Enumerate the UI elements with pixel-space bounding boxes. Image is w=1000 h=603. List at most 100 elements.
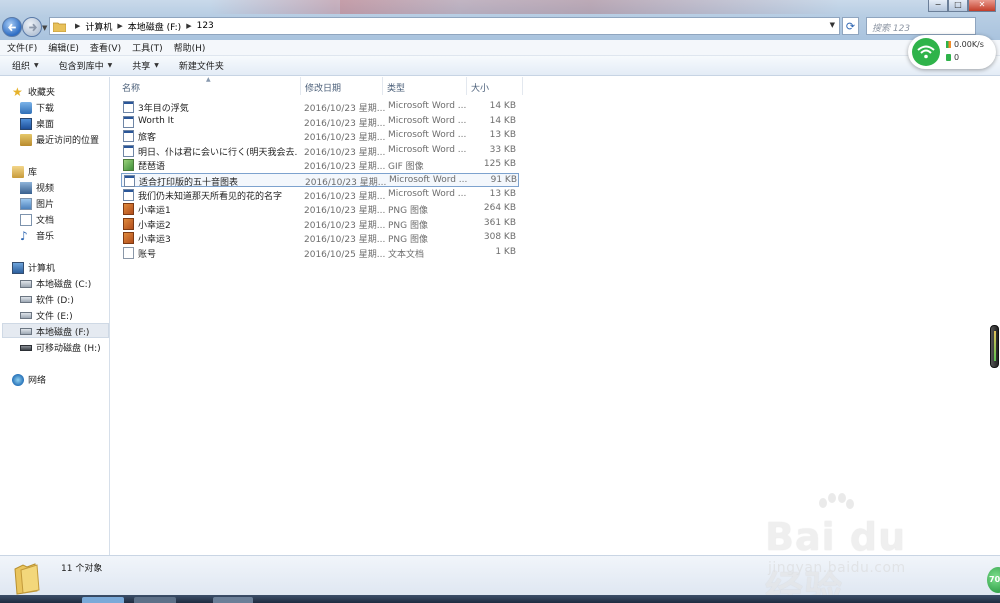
file-name: 明日、仆は君に会いに行く(明天我会去... bbox=[138, 147, 298, 158]
network-speed-widget[interactable]: 0.00K/s 0 bbox=[908, 35, 996, 69]
column-date[interactable]: 修改日期 bbox=[301, 77, 383, 95]
column-name[interactable]: 名称 bbox=[118, 77, 301, 95]
chevron-down-icon: ▼ bbox=[154, 62, 159, 69]
address-bar[interactable]: ▶ 计算机 ▶ 本地磁盘 (F:) ▶ 123 ▼ bbox=[49, 17, 840, 35]
nav-network[interactable]: 网络 bbox=[12, 372, 46, 387]
organize-label: 组织 bbox=[12, 62, 31, 72]
file-row[interactable]: 小幸运1 2016/10/23 星期... PNG 图像 264 KB bbox=[121, 202, 519, 216]
nav-network-label: 网络 bbox=[28, 376, 47, 386]
nav-item-label: 文件 (E:) bbox=[36, 312, 73, 322]
menu-edit[interactable]: 编辑(E) bbox=[48, 41, 79, 54]
file-type: Microsoft Word ... bbox=[388, 101, 467, 111]
nav-item-label: 本地磁盘 (F:) bbox=[36, 328, 90, 338]
recent-places-icon bbox=[20, 133, 32, 146]
file-date: 2016/10/23 星期... bbox=[304, 191, 386, 202]
nav-favorites-label: 收藏夹 bbox=[28, 88, 56, 98]
nav-item-downloads[interactable]: 下载 bbox=[20, 100, 54, 115]
recent-pages-dropdown[interactable]: ▼ bbox=[42, 24, 47, 32]
breadcrumb-computer[interactable]: 计算机 bbox=[85, 20, 112, 33]
new-folder-button[interactable]: 新建文件夹 bbox=[179, 59, 224, 72]
arrow-right-icon bbox=[28, 23, 37, 31]
back-button[interactable] bbox=[2, 17, 22, 37]
system-drive-icon bbox=[20, 279, 32, 288]
maximize-button[interactable]: □ bbox=[948, 0, 968, 12]
nav-item-label: 本地磁盘 (C:) bbox=[36, 280, 92, 290]
navigation-pane: ★ 收藏夹 下载 桌面 最近访问的位置 库 视频 图片 文档 ♪ 音乐 计算机 本地… bbox=[0, 77, 110, 555]
file-row[interactable]: 旅客 2016/10/23 星期... Microsoft Word ... 13 K… bbox=[121, 129, 519, 143]
file-date: 2016/10/23 星期... bbox=[304, 220, 386, 231]
nav-item-label: 图片 bbox=[36, 200, 55, 210]
chevron-down-icon[interactable]: ▼ bbox=[830, 21, 835, 29]
menu-file[interactable]: 文件(F) bbox=[7, 41, 37, 54]
nav-item-drive-e[interactable]: 文件 (E:) bbox=[20, 308, 73, 323]
file-type: Microsoft Word ... bbox=[388, 188, 467, 199]
net-speed-value: 0.00K/s bbox=[954, 40, 984, 49]
include-library-button[interactable]: 包含到库中 ▼ bbox=[59, 59, 113, 72]
nav-item-label: 可移动磁盘 (H:) bbox=[36, 344, 101, 354]
chevron-right-icon[interactable]: ▶ bbox=[117, 22, 122, 30]
file-row[interactable]: 我们仍未知道那天所看见的花的名字 2016/10/23 星期... Microsof… bbox=[121, 188, 519, 202]
nav-item-music[interactable]: ♪ 音乐 bbox=[20, 228, 54, 243]
gadget-handle[interactable] bbox=[990, 325, 999, 368]
file-date: 2016/10/25 星期... bbox=[304, 250, 386, 260]
nav-item-desktop[interactable]: 桌面 bbox=[20, 116, 54, 131]
file-type: Microsoft Word ... bbox=[388, 130, 467, 141]
menu-help[interactable]: 帮助(H) bbox=[174, 41, 206, 54]
png-file-icon bbox=[123, 203, 134, 216]
file-type: 文本文档 bbox=[388, 250, 425, 260]
command-bar: 组织 ▼ 包含到库中 ▼ 共享 ▼ 新建文件夹 bbox=[0, 56, 1000, 76]
nav-item-pictures[interactable]: 图片 bbox=[20, 196, 54, 211]
nav-item-drive-c[interactable]: 本地磁盘 (C:) bbox=[20, 276, 91, 291]
file-type: Microsoft Word ... bbox=[389, 175, 468, 185]
nav-item-recent[interactable]: 最近访问的位置 bbox=[20, 132, 99, 147]
file-date: 2016/10/23 星期... bbox=[304, 118, 386, 129]
breadcrumb-folder-123[interactable]: 123 bbox=[197, 21, 214, 31]
file-type: PNG 图像 bbox=[388, 206, 428, 217]
nav-item-drive-h[interactable]: 可移动磁盘 (H:) bbox=[20, 340, 101, 355]
file-date: 2016/10/23 星期... bbox=[305, 178, 387, 188]
share-button[interactable]: 共享 ▼ bbox=[132, 59, 159, 72]
taskbar-button[interactable] bbox=[213, 597, 253, 603]
file-row[interactable]: 小幸运3 2016/10/23 星期... PNG 图像 308 KB bbox=[121, 231, 519, 245]
nav-item-videos[interactable]: 视频 bbox=[20, 180, 54, 195]
file-name: 琵琶语 bbox=[138, 162, 166, 173]
net-speed: 0.00K/s bbox=[946, 40, 984, 49]
library-icon bbox=[12, 165, 24, 178]
organize-button[interactable]: 组织 ▼ bbox=[12, 59, 39, 72]
file-row[interactable]: 适合打印版的五十音图表 2016/10/23 星期... Microsoft Wor… bbox=[121, 173, 519, 188]
breadcrumb-drive-f[interactable]: 本地磁盘 (F:) bbox=[128, 20, 181, 33]
file-row[interactable]: 明日、仆は君に会いに行く(明天我会去... 2016/10/23 星期... Mic… bbox=[121, 144, 519, 158]
file-row[interactable]: 琵琶语 2016/10/23 星期... GIF 图像 125 KB bbox=[121, 158, 519, 172]
taskbar-button[interactable] bbox=[134, 597, 176, 603]
net-count: 0 bbox=[946, 53, 959, 62]
file-size: 14 KB bbox=[489, 115, 516, 126]
arrow-left-icon bbox=[7, 23, 16, 31]
upload-download-icon bbox=[946, 41, 951, 48]
minimize-button[interactable]: − bbox=[928, 0, 948, 12]
nav-item-drive-d[interactable]: 软件 (D:) bbox=[20, 292, 74, 307]
nav-item-drive-f[interactable]: 本地磁盘 (F:) bbox=[20, 324, 89, 339]
png-file-icon bbox=[123, 232, 134, 245]
menu-tools[interactable]: 工具(T) bbox=[132, 41, 163, 54]
nav-libraries[interactable]: 库 bbox=[12, 164, 37, 179]
forward-button[interactable] bbox=[22, 17, 42, 37]
file-row[interactable]: 小幸运2 2016/10/23 星期... PNG 图像 361 KB bbox=[121, 217, 519, 231]
nav-favorites[interactable]: ★ 收藏夹 bbox=[12, 84, 55, 99]
file-row[interactable]: 账号 2016/10/25 星期... 文本文档 1 KB bbox=[121, 246, 519, 260]
column-size[interactable]: 大小 bbox=[467, 77, 523, 95]
file-row[interactable]: Worth It 2016/10/23 星期... Microsoft Word .… bbox=[121, 115, 519, 129]
nav-computer[interactable]: 计算机 bbox=[12, 260, 55, 275]
refresh-button[interactable]: ⟳ bbox=[842, 17, 859, 35]
nav-item-documents[interactable]: 文档 bbox=[20, 212, 54, 227]
gif-file-icon bbox=[123, 159, 134, 172]
file-name: 3年目の浮気 bbox=[138, 104, 189, 114]
search-input[interactable]: 搜索 123 bbox=[866, 17, 976, 35]
file-row[interactable]: 3年目の浮気 2016/10/23 星期... Microsoft Word ...… bbox=[121, 100, 519, 114]
close-button[interactable]: ✕ bbox=[968, 0, 996, 12]
drive-icon bbox=[20, 328, 32, 335]
column-type[interactable]: 类型 bbox=[383, 77, 467, 95]
menu-view[interactable]: 查看(V) bbox=[90, 41, 121, 54]
file-name: 小幸运3 bbox=[138, 235, 171, 246]
chevron-right-icon[interactable]: ▶ bbox=[186, 22, 191, 30]
taskbar-button[interactable] bbox=[82, 597, 124, 603]
